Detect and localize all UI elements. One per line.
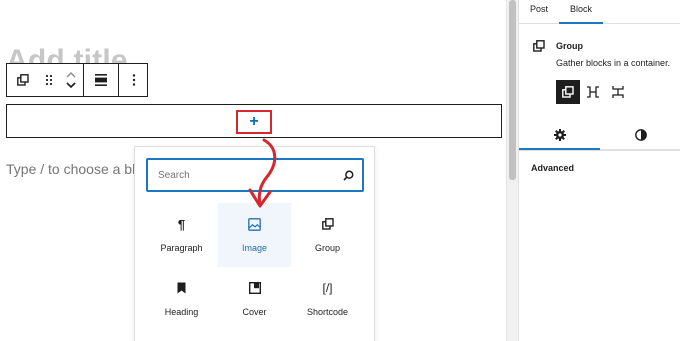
block-item-heading[interactable]: Heading (145, 267, 218, 331)
search-icon (343, 170, 354, 181)
variation-group-button[interactable] (556, 80, 580, 104)
block-item-paragraph[interactable]: ¶ Paragraph (145, 203, 218, 267)
move-down-icon[interactable] (66, 82, 76, 88)
settings-sidebar: Post Block Group Gather blocks in a cont… (518, 0, 680, 341)
block-card-title: Group (556, 41, 583, 51)
bookmark-icon (177, 281, 186, 295)
drag-handle-icon (45, 74, 53, 86)
variation-row-button[interactable] (581, 80, 605, 104)
editor-canvas: Add title + Type / to choose a block Sea… (0, 0, 506, 341)
shortcode-icon: [/] (322, 281, 333, 295)
image-icon (248, 217, 261, 231)
row-variation-icon (587, 86, 599, 98)
block-item-label: Shortcode (306, 307, 349, 317)
tab-styles[interactable] (600, 120, 680, 150)
toolbar-group-transform (7, 64, 84, 96)
scrollbar-thumb[interactable] (509, 0, 516, 180)
plus-icon: + (249, 113, 259, 130)
editor-scrollbar[interactable] (506, 0, 518, 341)
block-item-label: Heading (164, 307, 199, 317)
block-item-shortcode[interactable]: [/] Shortcode (291, 267, 364, 331)
annotation-arrow-icon (248, 138, 277, 208)
toolbar-group-align (84, 64, 119, 96)
stack-variation-icon (612, 86, 624, 98)
block-item-group[interactable]: Group (291, 203, 364, 267)
toolbar-group-more (119, 64, 149, 96)
block-item-cover[interactable]: Cover (218, 267, 291, 331)
divider (519, 150, 680, 151)
variation-stack-button[interactable] (606, 80, 630, 104)
tab-post[interactable]: Post (519, 4, 559, 23)
settings-gear-icon (553, 129, 566, 141)
move-buttons (59, 64, 83, 96)
block-toolbar (6, 63, 148, 97)
block-item-label: Group (314, 243, 340, 253)
cover-icon (248, 281, 261, 295)
block-card-description: Gather blocks in a container. (556, 58, 671, 68)
more-options-icon (132, 74, 136, 86)
move-up-icon[interactable] (66, 72, 76, 78)
block-card: Group Gather blocks in a container. (519, 24, 680, 150)
advanced-panel-toggle[interactable]: Advanced (531, 163, 574, 173)
align-icon (95, 74, 107, 86)
paragraph-icon: ¶ (177, 216, 186, 232)
tab-block[interactable]: Block (559, 4, 604, 24)
block-variations (556, 80, 631, 104)
tab-settings[interactable] (519, 120, 600, 150)
group-icon (321, 217, 334, 231)
align-button[interactable] (84, 64, 118, 96)
block-item-label: Image (241, 243, 267, 253)
group-variation-icon (562, 86, 574, 98)
sidebar-tabs: Post Block (519, 0, 680, 24)
block-item-label: Paragraph (160, 243, 203, 253)
block-list: ¶ Paragraph Image Group Heading Cover [/… (145, 203, 365, 331)
block-inspector-tabs (519, 120, 680, 150)
more-options-button[interactable] (119, 64, 149, 96)
styles-contrast-icon (634, 129, 647, 141)
block-item-label: Cover (242, 307, 267, 317)
group-icon (17, 74, 29, 86)
drag-handle-button[interactable] (39, 64, 59, 96)
group-icon (533, 40, 545, 52)
block-appender-button[interactable]: + (236, 110, 272, 134)
block-type-button[interactable] (7, 64, 39, 96)
